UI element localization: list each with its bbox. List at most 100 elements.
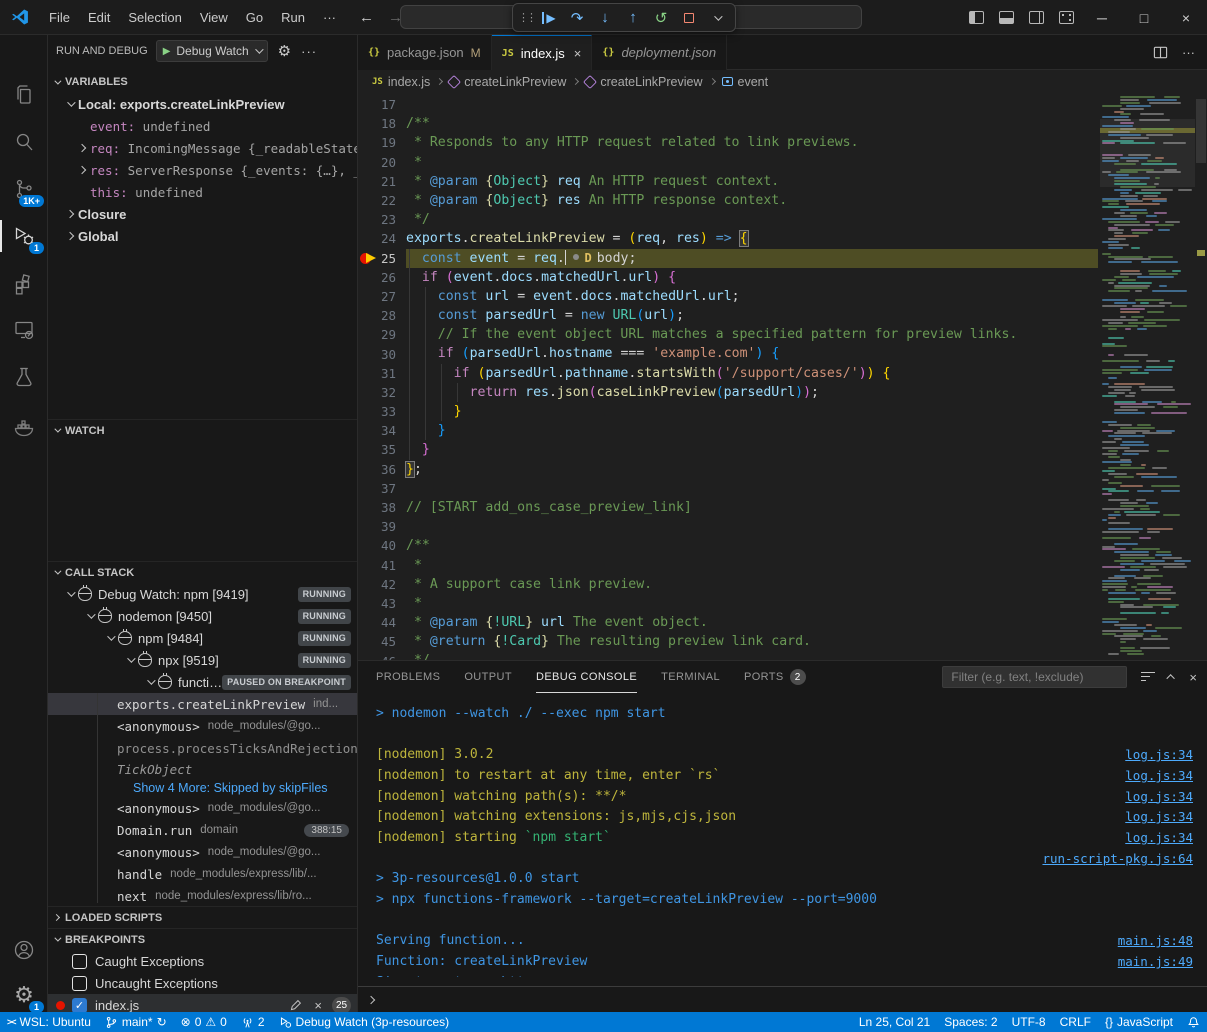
activity-testing-icon[interactable]	[0, 355, 48, 399]
gutter-line-31[interactable]: 31	[358, 364, 406, 383]
code-line-26[interactable]: if (event.docs.matchedUrl.url) {	[406, 268, 1098, 287]
gutter-line-35[interactable]: 35	[358, 440, 406, 459]
code-line-17[interactable]	[406, 95, 1098, 114]
code-line-32[interactable]: return res.json(caseLinkPreview(parsedUr…	[406, 383, 1098, 402]
gutter-line-41[interactable]: 41	[358, 556, 406, 575]
menu-file[interactable]: File	[40, 6, 79, 29]
maximize-panel-icon[interactable]	[1167, 674, 1175, 682]
gutter-line-25[interactable]: 25	[358, 249, 406, 268]
statusbar-encoding[interactable]: UTF-8	[1005, 1012, 1053, 1032]
toggle-panel-icon[interactable]	[991, 0, 1021, 35]
activity-source-control-icon[interactable]: 1K+	[0, 167, 48, 211]
breakpoint-row-index.js[interactable]: ✓index.js×25	[48, 994, 357, 1012]
edit-breakpoint-icon[interactable]	[289, 999, 302, 1012]
gutter-line-23[interactable]: 23	[358, 210, 406, 229]
gutter-line-45[interactable]: 45	[358, 632, 406, 651]
debug-session-1[interactable]: nodemon [9450]RUNNING	[48, 605, 357, 627]
statusbar-debug-session[interactable]: Debug Watch (3p-resources)	[272, 1012, 457, 1032]
gutter-line-20[interactable]: 20	[358, 153, 406, 172]
code-line-28[interactable]: const parsedUrl = new URL(url);	[406, 306, 1098, 325]
variable-row-req[interactable]: req: IncomingMessage {_readableState:…	[48, 137, 357, 159]
console-source-link[interactable]: log.js:34	[1125, 789, 1193, 804]
gutter-line-38[interactable]: 38	[358, 498, 406, 517]
gutter-line-36[interactable]: 36	[358, 460, 406, 479]
stack-frame-5[interactable]: <anonymous>node_modules/@go...	[48, 797, 357, 819]
statusbar-language[interactable]: {}JavaScript	[1098, 1012, 1180, 1032]
variable-row-Local: exports.createLinkPreview[interactable]: Local: exports.createLinkPreview	[48, 93, 357, 115]
activity-extensions-icon[interactable]	[0, 261, 48, 305]
breadcrumb-createLinkPreview[interactable]: createLinkPreview	[449, 75, 566, 89]
console-source-link[interactable]: run-script-pkg.js:64	[1042, 851, 1193, 866]
breadcrumb-index.js[interactable]: JSindex.js	[372, 75, 430, 89]
gutter-line-40[interactable]: 40	[358, 536, 406, 555]
gutter-line-17[interactable]: 17	[358, 95, 406, 114]
panel-tab-output[interactable]: OUTPUT	[464, 661, 512, 693]
activity-explorer-icon[interactable]	[0, 73, 48, 117]
gutter-line-24[interactable]: 24	[358, 229, 406, 248]
statusbar-eol[interactable]: CRLF	[1053, 1012, 1098, 1032]
debug-stop-icon[interactable]	[677, 6, 701, 30]
panel-tab-terminal[interactable]: TERMINAL	[661, 661, 720, 693]
toggle-secondary-sidebar-icon[interactable]	[1021, 0, 1051, 35]
gutter-line-30[interactable]: 30	[358, 344, 406, 363]
menu-run[interactable]: Run	[272, 6, 314, 29]
stack-frame-6[interactable]: Domain.rundomain388:15	[48, 819, 357, 841]
stack-frame-9[interactable]: nextnode_modules/express/lib/ro...	[48, 885, 357, 907]
breakpoint-row-Uncaught Exceptions[interactable]: Uncaught Exceptions	[48, 972, 357, 994]
code-line-42[interactable]: * A support case link preview.	[406, 575, 1098, 594]
filter-icon[interactable]	[1141, 672, 1155, 682]
minimize-icon[interactable]: ─	[1081, 0, 1123, 35]
gutter-line-27[interactable]: 27	[358, 287, 406, 306]
gutter-line-29[interactable]: 29	[358, 325, 406, 344]
launch-config-dropdown[interactable]: ▶ Debug Watch	[156, 40, 268, 62]
split-editor-icon[interactable]	[1153, 45, 1168, 60]
gutter-line-28[interactable]: 28	[358, 306, 406, 325]
code-line-44[interactable]: * @param {!URL} url The event object.	[406, 613, 1098, 632]
debug-session-3[interactable]: npx [9519]RUNNING	[48, 649, 357, 671]
stack-frame-3[interactable]: TickObject	[48, 759, 357, 779]
debug-session-4[interactable]: functions-fra...PAUSED ON BREAKPOINT	[48, 671, 357, 693]
console-source-link[interactable]: log.js:34	[1125, 809, 1193, 824]
stack-frame-0[interactable]: exports.createLinkPreviewind...	[48, 693, 357, 715]
variable-row-this[interactable]: this: undefined	[48, 181, 357, 203]
toolbar-drag-grip-icon[interactable]: ⋮⋮	[519, 6, 533, 30]
section-watch[interactable]: WATCH	[48, 419, 357, 441]
code-line-31[interactable]: if (parsedUrl.pathname.startsWith('/supp…	[406, 364, 1098, 383]
gutter-line-39[interactable]: 39	[358, 517, 406, 536]
breakpoint-row-Caught Exceptions[interactable]: Caught Exceptions	[48, 950, 357, 972]
maximize-icon[interactable]: □	[1123, 0, 1165, 35]
debug-step-into-icon[interactable]: ↓	[593, 6, 617, 30]
gutter-line-22[interactable]: 22	[358, 191, 406, 210]
statusbar-branch[interactable]: main*↻	[98, 1012, 174, 1032]
code-editor[interactable]: 1718192021222324252627282930313233343536…	[358, 93, 1207, 660]
editor-more-actions-icon[interactable]: ···	[1182, 45, 1195, 60]
code-line-46[interactable]: */	[406, 651, 1098, 660]
breadcrumb-createLinkPreview[interactable]: createLinkPreview	[585, 75, 702, 89]
gutter-line-46[interactable]: 46	[358, 651, 406, 660]
console-source-link[interactable]: log.js:34	[1125, 747, 1193, 762]
activity-docker-icon[interactable]	[0, 405, 48, 449]
panel-tab-problems[interactable]: PROBLEMS	[376, 661, 440, 693]
statusbar-indentation[interactable]: Spaces: 2	[937, 1012, 1004, 1032]
variable-row-Global[interactable]: Global	[48, 225, 357, 247]
variable-row-event[interactable]: event: undefined	[48, 115, 357, 137]
activity-accounts-icon[interactable]	[0, 928, 48, 972]
code-line-33[interactable]: }	[406, 402, 1098, 421]
code-line-45[interactable]: * @return {!Card} The resulting preview …	[406, 632, 1098, 651]
activity-search-icon[interactable]	[0, 120, 48, 164]
gutter-line-18[interactable]: 18	[358, 114, 406, 133]
gutter-line-26[interactable]: 26	[358, 268, 406, 287]
menu-edit[interactable]: Edit	[79, 6, 119, 29]
menu-view[interactable]: View	[191, 6, 237, 29]
breadcrumb-event[interactable]: event	[722, 75, 769, 89]
gutter-line-32[interactable]: 32	[358, 383, 406, 402]
stack-frame-8[interactable]: handlenode_modules/express/lib/...	[48, 863, 357, 885]
activity-remote-explorer-icon[interactable]	[0, 308, 48, 352]
menu-go[interactable]: Go	[237, 6, 272, 29]
debug-step-over-icon[interactable]: ↷	[565, 6, 589, 30]
gutter-line-21[interactable]: 21	[358, 172, 406, 191]
menu-selection[interactable]: Selection	[119, 6, 190, 29]
code-line-19[interactable]: * Responds to any HTTP request related t…	[406, 133, 1098, 152]
code-line-35[interactable]: }	[406, 440, 1098, 459]
sidebar-more-actions-icon[interactable]: ···	[301, 44, 317, 59]
